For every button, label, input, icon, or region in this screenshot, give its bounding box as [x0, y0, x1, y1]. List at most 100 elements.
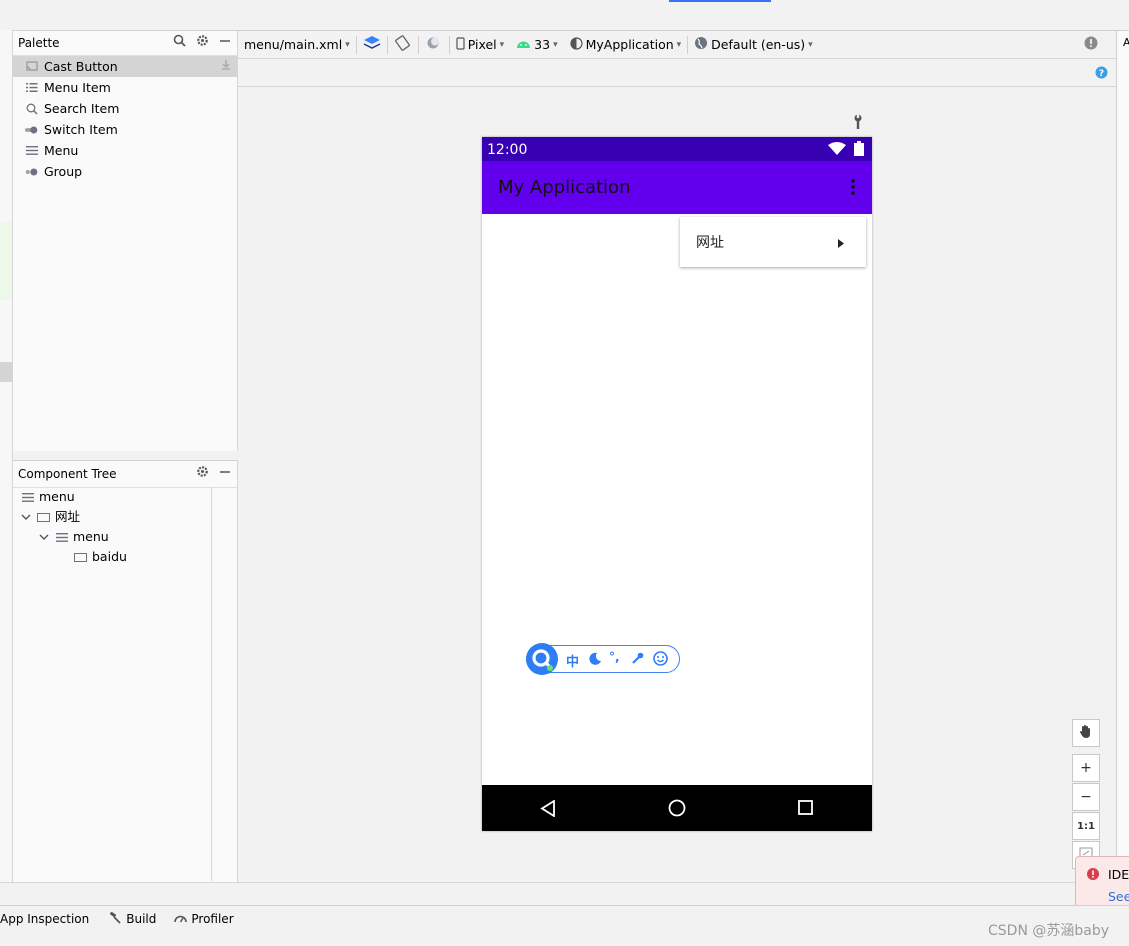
- chevron-down-icon: ▾: [553, 39, 558, 50]
- theme-selector[interactable]: MyApplication ▾: [564, 31, 688, 58]
- gutter-selected-marker: [0, 362, 12, 382]
- palette-item-group[interactable]: Group: [13, 161, 237, 182]
- menu-icon: [21, 491, 34, 504]
- phone-icon: [456, 36, 465, 53]
- help-icon[interactable]: ?: [1095, 66, 1108, 82]
- phone-preview[interactable]: 12:00 My Application 网址: [482, 137, 872, 831]
- palette-item-label: Switch Item: [44, 122, 118, 137]
- gear-icon[interactable]: [196, 461, 209, 487]
- night-mode-button[interactable]: [419, 31, 449, 58]
- wrench-icon[interactable]: [631, 652, 644, 668]
- palette-item-label: Group: [44, 164, 83, 179]
- design-surface-button[interactable]: [357, 31, 387, 58]
- profiler-tab[interactable]: Profiler: [174, 912, 243, 926]
- overflow-menu-icon[interactable]: [851, 179, 855, 198]
- home-icon[interactable]: [668, 799, 686, 820]
- palette-item-cast-button[interactable]: Cast Button: [13, 56, 237, 77]
- search-icon: [25, 102, 38, 115]
- theme-icon: [570, 36, 583, 53]
- device-name: Pixel: [467, 37, 497, 52]
- tree-node-baidu[interactable]: baidu: [13, 547, 211, 567]
- globe-icon: [694, 36, 708, 53]
- orientation-button[interactable]: [388, 31, 418, 58]
- ime-logo-icon[interactable]: [525, 642, 559, 679]
- locale-selector[interactable]: Default (en-us) ▾: [688, 31, 819, 58]
- menu-icon: [55, 531, 68, 544]
- palette-item-switch-item[interactable]: Switch Item: [13, 119, 237, 140]
- component-tree-list: menu 网址 menu baidu: [13, 487, 212, 881]
- notification-title: IDE: [1108, 867, 1129, 882]
- pan-hand-button[interactable]: [1072, 719, 1100, 747]
- palette-item-label: Search Item: [44, 101, 120, 116]
- palette-item-menu-item[interactable]: Menu Item: [13, 77, 237, 98]
- right-tool-label[interactable]: A: [1123, 36, 1129, 49]
- minimize-icon[interactable]: [219, 461, 231, 487]
- gauge-icon: [174, 912, 188, 926]
- error-icon: [1087, 868, 1099, 883]
- zoom-actual-size-button[interactable]: 1:1: [1072, 812, 1100, 840]
- chevron-down-icon[interactable]: [39, 534, 50, 541]
- app-bar: My Application: [482, 161, 872, 214]
- group-icon: [25, 165, 38, 178]
- editor-toolbar: menu/main.xml ▾ Pixel ▾ 33 ▾ MyApplicati…: [238, 31, 1116, 59]
- tree-node-label: menu: [73, 529, 109, 544]
- chevron-down-icon[interactable]: [21, 514, 32, 521]
- back-icon[interactable]: [540, 799, 556, 820]
- device-selector[interactable]: Pixel ▾: [450, 31, 510, 58]
- api-level: 33: [534, 37, 551, 52]
- status-bar: 12:00: [482, 137, 872, 161]
- build-tab[interactable]: Build: [109, 911, 166, 927]
- chevron-down-icon: ▾: [676, 39, 682, 50]
- tree-node-label: baidu: [92, 549, 127, 564]
- recents-icon[interactable]: [798, 800, 813, 818]
- file-name: menu/main.xml: [244, 37, 343, 52]
- api-selector[interactable]: 33 ▾: [510, 31, 563, 58]
- popup-menu-item[interactable]: 网址: [680, 217, 866, 267]
- zoom-in-button[interactable]: +: [1072, 754, 1100, 782]
- component-tree-panel: Component Tree menu 网址 menu baidu: [13, 460, 238, 882]
- svg-text:?: ?: [1099, 69, 1104, 79]
- rotate-icon: [394, 35, 412, 54]
- ime-punctuation-toggle[interactable]: °,: [609, 650, 620, 664]
- app-title: My Application: [498, 177, 631, 198]
- night-mode-icon: [425, 35, 443, 54]
- bottom-tab-label: Profiler: [191, 912, 234, 926]
- moon-icon[interactable]: [589, 652, 602, 668]
- search-icon[interactable]: [173, 31, 186, 55]
- tree-node-item[interactable]: 网址: [13, 507, 211, 527]
- left-tool-gutter: [0, 30, 13, 882]
- warning-icon: [1084, 36, 1098, 53]
- active-tab-indicator: [669, 0, 771, 2]
- palette-item-search-item[interactable]: Search Item: [13, 98, 237, 119]
- palette-item-label: Menu: [44, 143, 79, 158]
- wrench-icon[interactable]: [852, 114, 864, 133]
- component-tree-title: Component Tree: [18, 467, 117, 481]
- chevron-down-icon: ▾: [499, 39, 505, 50]
- notification-link[interactable]: See: [1108, 889, 1129, 904]
- popup-menu-item-label: 网址: [696, 235, 724, 251]
- palette-title: Palette: [18, 36, 60, 50]
- battery-icon: [854, 141, 864, 159]
- menu-icon: [25, 144, 38, 157]
- editor-subbar: ?: [238, 59, 1116, 87]
- download-icon[interactable]: [221, 56, 231, 77]
- gear-icon[interactable]: [196, 31, 209, 55]
- rectangle-icon: [74, 551, 87, 564]
- bottom-tab-label: Build: [126, 912, 157, 926]
- ime-toolbar[interactable]: 中 °,: [526, 643, 680, 675]
- zoom-controls: + − 1:1: [1072, 719, 1100, 870]
- ime-language-toggle[interactable]: 中: [566, 651, 579, 670]
- app-inspection-tab[interactable]: App Inspection: [0, 912, 99, 926]
- top-strip: [0, 0, 1129, 31]
- emoji-icon[interactable]: [653, 651, 668, 669]
- issues-button[interactable]: [1078, 31, 1116, 58]
- file-selector[interactable]: menu/main.xml ▾: [238, 31, 356, 58]
- zoom-out-button[interactable]: −: [1072, 783, 1100, 811]
- palette-item-menu[interactable]: Menu: [13, 140, 237, 161]
- tree-node-submenu[interactable]: menu: [13, 527, 211, 547]
- palette-panel: Palette Cast Button Menu Item Search Ite…: [13, 31, 238, 451]
- hand-icon: [1079, 724, 1093, 743]
- navigation-bar: [482, 785, 872, 831]
- tree-node-menu[interactable]: menu: [13, 487, 211, 507]
- minimize-icon[interactable]: [219, 31, 231, 55]
